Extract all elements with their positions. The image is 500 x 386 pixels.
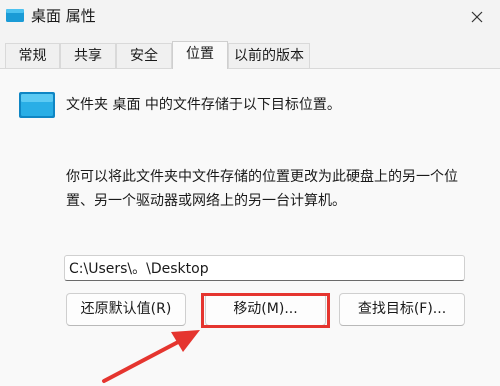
tab-general[interactable]: 常规 [5, 43, 60, 68]
restore-default-button[interactable]: 还原默认值(R) [66, 293, 186, 326]
tab-sharing[interactable]: 共享 [60, 43, 116, 68]
folder-icon [19, 92, 55, 118]
close-button[interactable] [454, 0, 500, 34]
path-input[interactable] [64, 255, 465, 281]
title-bar: 桌面 属性 [0, 0, 500, 34]
info-line: 你可以将此文件夹中文件存储的位置更改为此硬盘上的另一个位 [66, 169, 458, 185]
tab-previous-versions[interactable]: 以前的版本 [228, 43, 310, 68]
find-target-button[interactable]: 查找目标(F)... [339, 293, 465, 326]
window-title: 桌面 属性 [31, 7, 96, 25]
close-icon[interactable] [470, 10, 484, 24]
location-info: 你可以将此文件夹中文件存储的位置更改为此硬盘上的另一个位 置、另一个驱动器或网络… [66, 165, 486, 213]
location-description: 文件夹 桌面 中的文件存储于以下目标位置。 [66, 97, 341, 113]
move-button[interactable]: 移动(M)... [205, 293, 326, 326]
properties-dialog: 桌面 属性 常规 共享 安全 位置 以前的版本 文件夹 桌面 中的文件存储于以下… [0, 0, 500, 386]
tab-strip: 常规 共享 安全 位置 以前的版本 [0, 41, 500, 69]
tab-location[interactable]: 位置 [172, 41, 228, 69]
location-panel: 文件夹 桌面 中的文件存储于以下目标位置。 你可以将此文件夹中文件存储的位置更改… [0, 68, 500, 386]
folder-icon [6, 9, 24, 22]
tab-security[interactable]: 安全 [116, 43, 172, 68]
info-line: 置、另一个驱动器或网络上的另一台计算机。 [66, 193, 346, 209]
